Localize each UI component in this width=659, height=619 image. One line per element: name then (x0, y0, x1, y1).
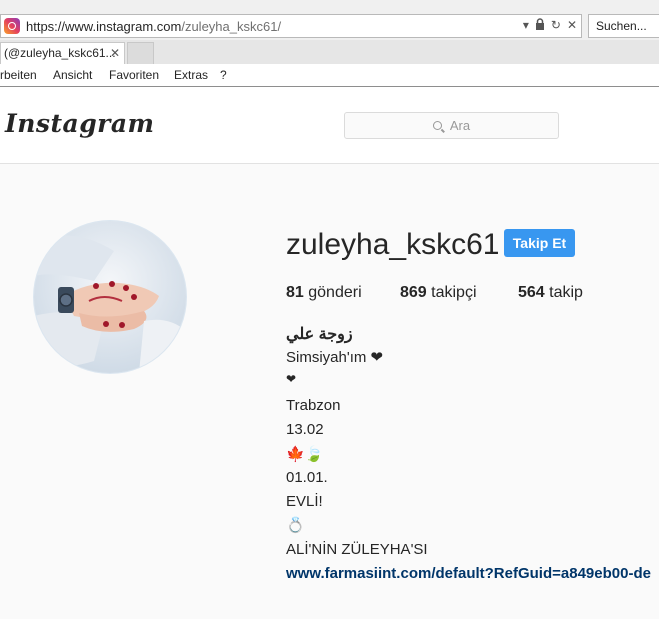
following-count: 564 (518, 284, 545, 301)
instagram-favicon-icon (4, 18, 20, 34)
avatar-image (34, 221, 186, 373)
posts-label: gönderi (308, 284, 362, 301)
instagram-header: Instagram Ara (0, 87, 659, 164)
tab-bar: (@zuleyha_kskc61... ✕ (0, 40, 659, 64)
menu-item-extras[interactable]: Extras (174, 68, 208, 82)
url-scheme: https:// (26, 18, 66, 34)
stat-following[interactable]: 564 takip (518, 284, 583, 302)
bio-line: 💍 (286, 517, 305, 534)
close-tab-icon[interactable]: ✕ (110, 46, 120, 60)
menu-item-view[interactable]: Ansicht (53, 68, 92, 82)
reload-icon[interactable]: ↻ (551, 18, 561, 33)
stat-posts: 81 gönderi (286, 284, 362, 302)
bio-website-link[interactable]: www.farmasiint.com/default?RefGuid=a849e… (286, 565, 651, 582)
menu-bar: rbeiten Ansicht Favoriten Extras ? (0, 64, 659, 87)
search-input[interactable]: Ara (344, 112, 559, 139)
follow-button[interactable]: Takip Et (504, 229, 575, 257)
followers-label: takipçi (431, 284, 477, 301)
bio-line: Trabzon (286, 397, 341, 414)
bio-line: EVLİ! (286, 493, 323, 510)
browser-address-bar: https://www.instagram.com/zuleyha_kskc61… (0, 0, 659, 40)
posts-count: 81 (286, 284, 304, 301)
menu-item-favorites[interactable]: Favoriten (109, 68, 159, 82)
bio-line: Simsiyah'ım ❤ (286, 349, 384, 366)
url-text: https://www.instagram.com/zuleyha_kskc61… (26, 19, 281, 34)
dropdown-icon[interactable]: ▾ (523, 18, 529, 33)
stat-followers[interactable]: 869 takipçi (400, 284, 477, 302)
instagram-logo[interactable]: Instagram (5, 109, 155, 138)
avatar[interactable] (34, 221, 186, 373)
search-icon (432, 121, 442, 130)
bio-line: ❤ (286, 372, 297, 386)
tab-title: (@zuleyha_kskc61... (4, 46, 116, 60)
bio-line: 01.01. (286, 469, 328, 486)
browser-search-input[interactable]: Suchen... (588, 14, 659, 38)
following-label: takip (549, 284, 583, 301)
url-path: /zuleyha_kskc61/ (181, 18, 282, 34)
new-tab-button[interactable] (127, 42, 154, 64)
followers-count: 869 (400, 284, 427, 301)
bio-full-name: زوجة علي (286, 326, 353, 343)
bio-line: 🍁🍃 (286, 446, 324, 463)
menu-item-edit[interactable]: rbeiten (0, 68, 37, 82)
bio-line: ALİ'NİN ZÜLEYHA'SI (286, 541, 428, 558)
menu-item-help[interactable]: ? (220, 68, 227, 82)
bio-line: 13.02 (286, 421, 324, 438)
search-placeholder: Ara (449, 118, 471, 133)
close-icon[interactable]: ✕ (567, 18, 577, 33)
lock-icon[interactable] (535, 18, 545, 33)
url-field[interactable]: https://www.instagram.com/zuleyha_kskc61… (0, 14, 582, 38)
url-host: www.instagram.com (65, 18, 182, 34)
tab-instagram[interactable]: (@zuleyha_kskc61... ✕ (0, 42, 125, 64)
profile-username: zuleyha_kskc61 (286, 228, 500, 261)
